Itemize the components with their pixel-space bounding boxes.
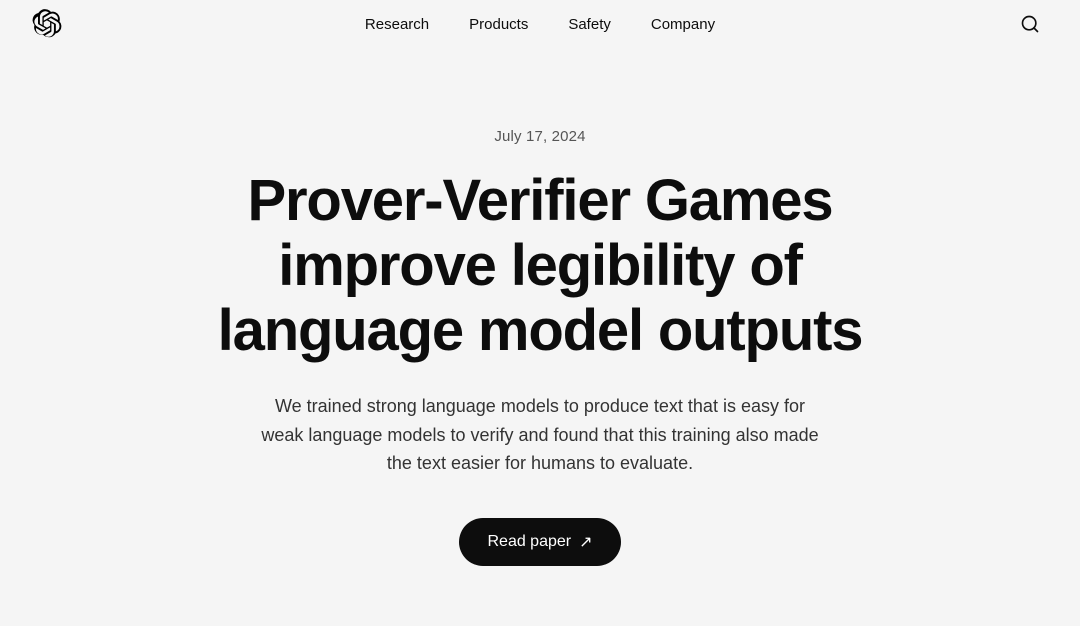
logo[interactable] bbox=[32, 9, 62, 39]
read-paper-button[interactable]: Read paper ↗ bbox=[459, 518, 620, 566]
search-button[interactable] bbox=[1012, 6, 1048, 42]
navbar: Research Products Safety Company bbox=[0, 0, 1080, 48]
hero-description: We trained strong language models to pro… bbox=[260, 392, 820, 478]
nav-item-company[interactable]: Company bbox=[635, 8, 731, 41]
arrow-icon: ↗ bbox=[579, 532, 592, 552]
search-icon bbox=[1020, 14, 1040, 34]
nav-item-research[interactable]: Research bbox=[349, 8, 445, 41]
nav-links: Research Products Safety Company bbox=[349, 8, 731, 41]
openai-logo-icon bbox=[32, 9, 62, 39]
hero-section: July 17, 2024 Prover-Verifier Games impr… bbox=[0, 48, 1080, 626]
hero-date: July 17, 2024 bbox=[494, 128, 585, 145]
hero-title: Prover-Verifier Games improve legibility… bbox=[150, 169, 930, 364]
read-paper-label: Read paper bbox=[487, 533, 571, 551]
nav-item-safety[interactable]: Safety bbox=[552, 8, 627, 41]
nav-item-products[interactable]: Products bbox=[453, 8, 544, 41]
